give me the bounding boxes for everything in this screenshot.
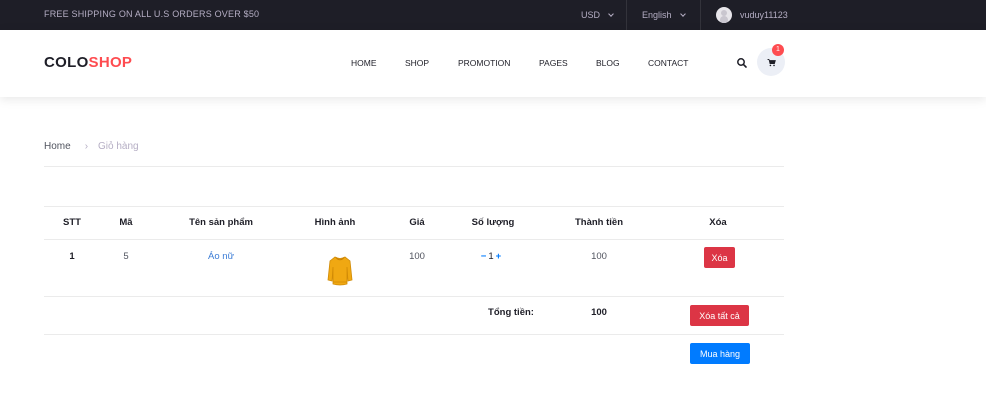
avatar	[716, 7, 732, 23]
row-stt: 1	[69, 251, 75, 262]
header-code: Mã	[119, 217, 133, 228]
header-stt: STT	[63, 217, 81, 228]
chevron-down-icon	[608, 10, 614, 17]
product-image	[327, 256, 353, 286]
breadcrumb-separator-icon: ›	[84, 141, 89, 152]
main-header: COLOSHOP HOME SHOP PROMOTION PAGES BLOG …	[0, 30, 986, 97]
increase-quantity-button[interactable]: +	[496, 251, 502, 262]
shopping-cart-icon	[766, 58, 776, 66]
nav-shop[interactable]: SHOP	[405, 58, 429, 68]
language-selector[interactable]: English	[626, 0, 700, 30]
top-bar: FREE SHIPPING ON ALL U.S ORDERS OVER $50…	[0, 0, 986, 30]
delete-item-button[interactable]: Xóa	[704, 247, 735, 268]
nav-blog[interactable]: BLOG	[596, 58, 620, 68]
shipping-notice: FREE SHIPPING ON ALL U.S ORDERS OVER $50	[44, 9, 260, 19]
currency-label: USD	[581, 10, 601, 20]
logo-part-colo: COLO	[44, 54, 89, 71]
header-quantity: Số lượng	[471, 217, 515, 228]
breadcrumb-divider	[44, 166, 784, 167]
row-subtotal: 100	[591, 251, 607, 262]
nav-home[interactable]: HOME	[351, 58, 377, 68]
row-product-name-link[interactable]: Áo nữ	[208, 251, 234, 262]
quantity-value: 1	[488, 251, 494, 262]
decrease-quantity-button[interactable]: −	[481, 251, 487, 262]
header-price: Giá	[409, 217, 425, 228]
total-row-border	[44, 334, 784, 335]
checkout-button[interactable]: Mua hàng	[690, 343, 750, 364]
table-top-border	[44, 206, 784, 207]
table-header-border	[44, 239, 784, 240]
username: vuduy11123	[740, 10, 788, 20]
nav-pages[interactable]: PAGES	[539, 58, 568, 68]
logo-part-shop: SHOP	[88, 54, 133, 71]
language-label: English	[642, 10, 672, 20]
cart-count-badge: 1	[772, 44, 784, 56]
row-price: 100	[409, 251, 425, 262]
logo[interactable]: COLOSHOP	[44, 54, 132, 71]
breadcrumb-current: Giỏ hàng	[98, 141, 139, 152]
header-subtotal: Thành tiền	[574, 217, 624, 228]
account-menu[interactable]: vuduy11123	[700, 0, 800, 30]
total-value: 100	[591, 307, 607, 318]
total-label: Tổng tiền:	[488, 307, 534, 318]
header-image: Hình ảnh	[314, 217, 356, 228]
delete-all-button[interactable]: Xóa tất cả	[690, 305, 749, 326]
breadcrumb-home[interactable]: Home	[44, 141, 71, 152]
search-icon[interactable]	[736, 57, 748, 69]
row-border	[44, 296, 784, 297]
currency-selector[interactable]: USD	[566, 0, 626, 30]
header-product-name: Tên sản phẩm	[189, 217, 253, 228]
quantity-stepper: − 1 +	[481, 251, 501, 262]
breadcrumb: Home › Giỏ hàng	[44, 141, 139, 152]
nav-contact[interactable]: CONTACT	[648, 58, 688, 68]
header-delete: Xóa	[709, 217, 727, 228]
chevron-down-icon	[679, 10, 686, 17]
nav-promotion[interactable]: PROMOTION	[458, 58, 510, 68]
row-code: 5	[123, 251, 129, 262]
